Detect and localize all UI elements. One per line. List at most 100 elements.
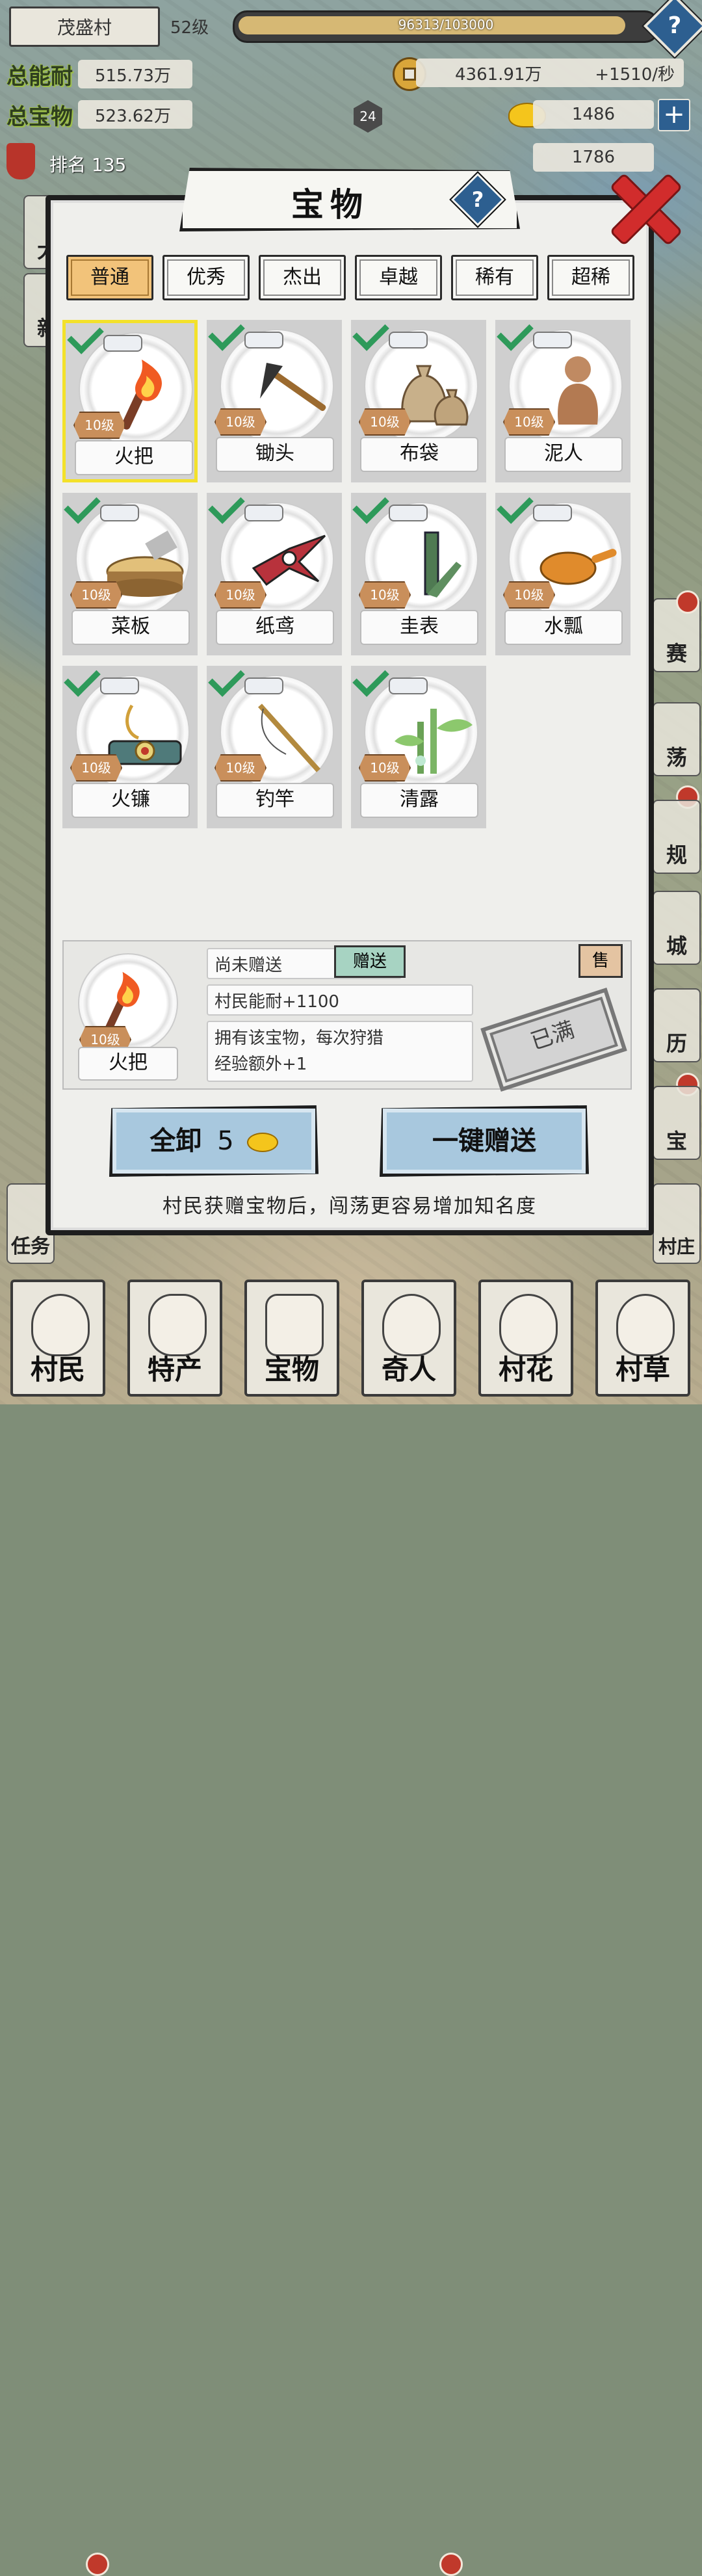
level-badge: 10级 <box>503 581 555 609</box>
level-badge: 10级 <box>214 408 266 436</box>
village-beau-portrait-icon <box>616 1294 675 1356</box>
treasure-card[interactable]: 10级 泥人 <box>495 314 630 482</box>
treasure-icon <box>265 1294 324 1356</box>
nav-label: 宝物 <box>264 1354 319 1386</box>
notification-dot <box>676 590 699 614</box>
unlocked-lock-icon <box>389 505 428 521</box>
treasure-card[interactable]: 10级 锄头 <box>207 314 342 482</box>
unlocked-lock-icon <box>389 677 428 694</box>
treasure-card[interactable]: 10级 圭表 <box>351 487 486 655</box>
nav-label: 奇人 <box>381 1354 436 1386</box>
copper-value: 4361.91万 <box>455 64 542 85</box>
specialty-sack-icon <box>148 1294 207 1356</box>
hint-text: 村民获赠宝物后，闯荡更容易增加知名度 <box>162 1195 537 1218</box>
description-line-2: 经验额外+1 <box>214 1055 307 1074</box>
treasure-name: 纸鸢 <box>216 610 334 645</box>
level-badge: 10级 <box>503 408 555 436</box>
unlocked-lock-icon <box>103 335 142 352</box>
give-button[interactable]: 赠送 <box>334 945 406 978</box>
side-button-label: 历 <box>666 1031 687 1056</box>
close-button[interactable] <box>608 170 680 242</box>
village-belle-portrait-icon <box>499 1294 558 1356</box>
detail-plate: 10级 <box>78 953 178 1053</box>
unlocked-lock-icon <box>533 505 572 521</box>
unlocked-lock-icon <box>100 677 139 694</box>
level-badge: 10级 <box>70 581 122 609</box>
side-button-gui[interactable]: 规 <box>653 800 701 874</box>
total-ability-value: 515.73万 <box>78 60 192 88</box>
treasure-name: 菜板 <box>72 610 190 645</box>
side-button-label: 赛 <box>666 641 687 666</box>
help-icon: ? <box>668 12 682 39</box>
treasure-card[interactable]: 10级 火把 <box>62 317 198 482</box>
total-wealth-value: 523.62万 <box>78 100 192 129</box>
level-badge: 10级 <box>70 754 122 782</box>
rank-text[interactable]: 排名 135 <box>49 151 126 177</box>
treasure-card[interactable]: 10级 纸鸢 <box>207 487 342 655</box>
tab-excellent[interactable]: 卓越 <box>355 255 442 300</box>
level-badge: 10级 <box>359 408 411 436</box>
village-name[interactable]: 茂盛村 <box>9 7 160 47</box>
nav-village-belle[interactable]: 村花 <box>478 1280 573 1397</box>
add-gold-button[interactable]: + <box>658 99 690 131</box>
treasure-description: 拥有该宝物，每次狩猎 经验额外+1 <box>207 1021 473 1082</box>
treasure-name: 钓竿 <box>216 783 334 818</box>
tab-rare[interactable]: 稀有 <box>451 255 538 300</box>
side-button-village[interactable]: 村庄 <box>653 1183 701 1264</box>
nav-specialties[interactable]: 特产 <box>127 1280 222 1397</box>
description-line-1: 拥有该宝物，每次狩猎 <box>214 1029 384 1048</box>
dialog-title: 宝物 <box>291 186 369 224</box>
level-badge: 10级 <box>214 754 266 782</box>
nav-treasures[interactable]: 宝物 <box>244 1280 339 1397</box>
unlocked-lock-icon <box>244 677 283 694</box>
nav-villagers[interactable]: 村民 <box>10 1280 105 1397</box>
side-button-label: 村庄 <box>658 1236 695 1257</box>
side-button-label: 宝 <box>666 1129 687 1153</box>
treasure-card[interactable]: 10级 布袋 <box>351 314 486 482</box>
unload-cost: 5 <box>217 1126 234 1156</box>
treasure-card[interactable]: 10级 水瓢 <box>495 487 630 655</box>
give-all-button[interactable]: 一键赠送 <box>380 1105 589 1177</box>
treasure-name: 清露 <box>360 783 478 818</box>
side-button-label: 荡 <box>666 745 687 770</box>
copper-box: 4361.91万 +1510/秒 <box>416 59 684 87</box>
bottom-nav: 村民 特产 宝物 奇人 村花 村草 <box>0 1274 702 2576</box>
nav-label: 村花 <box>498 1354 553 1386</box>
unload-all-button[interactable]: 全卸 5 <box>109 1105 318 1177</box>
level-badge: 10级 <box>73 412 125 439</box>
tab-super-rare[interactable]: 超稀 <box>547 255 634 300</box>
side-button-label: 城 <box>666 934 687 958</box>
notification-dot <box>86 2553 109 2576</box>
unlocked-lock-icon <box>244 505 283 521</box>
treasure-card[interactable]: 10级 清露 <box>351 660 486 828</box>
side-button-label: 规 <box>666 843 687 867</box>
tab-common[interactable]: 普通 <box>66 255 153 300</box>
side-button-cheng[interactable]: 城 <box>653 891 701 965</box>
tab-outstanding[interactable]: 杰出 <box>259 255 346 300</box>
xp-bar: 96313/103000 <box>233 10 659 43</box>
third-resource-value: 1786 <box>533 143 654 172</box>
level-badge: 10级 <box>359 754 411 782</box>
treasure-name: 布袋 <box>360 437 478 472</box>
nav-strangers[interactable]: 奇人 <box>361 1280 456 1397</box>
nav-village-beau[interactable]: 村草 <box>595 1280 690 1397</box>
treasure-name: 圭表 <box>360 610 478 645</box>
side-button-bao[interactable]: 宝 <box>653 1086 701 1160</box>
unlocked-lock-icon <box>100 505 139 521</box>
side-button-li[interactable]: 历 <box>653 988 701 1062</box>
help-icon: ? <box>471 187 484 212</box>
treasure-bonus: 村民能耐+1100 <box>207 984 473 1016</box>
tab-good[interactable]: 优秀 <box>162 255 250 300</box>
side-button-dang[interactable]: 荡 <box>653 702 701 776</box>
sell-button[interactable]: 售 <box>578 944 623 978</box>
treasure-card[interactable]: 10级 菜板 <box>62 487 198 655</box>
unload-all-label: 全卸 <box>150 1126 202 1156</box>
treasure-card[interactable]: 10级 钓竿 <box>207 660 342 828</box>
gold-ingot-icon <box>246 1133 278 1152</box>
treasure-card[interactable]: 10级 火镰 <box>62 660 198 828</box>
treasure-name: 火镰 <box>72 783 190 818</box>
total-ability-label: 总能耐 <box>6 64 73 90</box>
total-wealth-label: 总宝物 <box>6 104 73 130</box>
nav-label: 特产 <box>147 1354 202 1386</box>
village-level: 52级 <box>170 18 209 38</box>
